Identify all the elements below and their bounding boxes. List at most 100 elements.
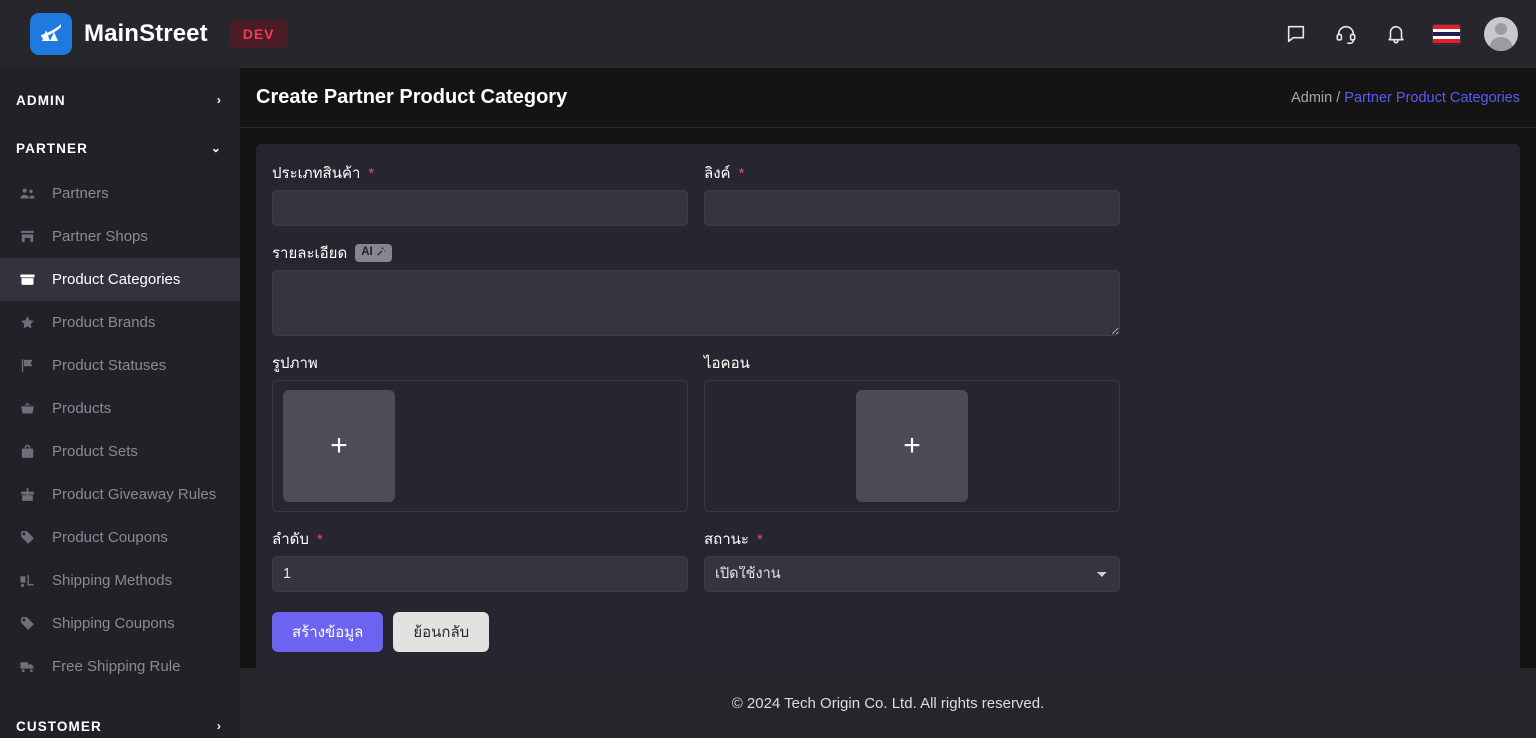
field-label: สถานะ * (704, 528, 1120, 550)
field-status: สถานะ * เปิดใช้งาน ปิดใช้งาน (704, 528, 1120, 592)
sidebar-section-partner[interactable]: PARTNER ⌄ (0, 124, 240, 172)
required-asterisk: * (756, 530, 763, 548)
chevron-right-icon: › (216, 93, 222, 107)
icon-label: ไอคอน (704, 355, 750, 372)
magic-wand-icon (376, 246, 386, 260)
tag-icon (16, 529, 38, 546)
form-actions: สร้างข้อมูล ย้อนกลับ (272, 612, 1504, 652)
sidebar-section-admin[interactable]: ADMIN › (0, 76, 240, 124)
page-title: Create Partner Product Category (256, 86, 568, 108)
sidebar-item-label: Shipping Methods (52, 572, 173, 589)
page-body: ประเภทสินค้า * ลิงค์ * รายละเอียด AI รูป… (240, 128, 1536, 674)
breadcrumb-root: Admin (1291, 89, 1333, 106)
forklift-icon (16, 572, 38, 589)
sidebar-section-admin-label: ADMIN (16, 92, 66, 108)
sidebar-item-label: Shipping Coupons (52, 615, 175, 632)
sidebar-item-label: Partners (52, 185, 109, 202)
breadcrumb: Admin / Partner Product Categories (1291, 90, 1520, 106)
sidebar-section-customer[interactable]: CUSTOMER › (0, 702, 240, 738)
sidebar-item-free-shipping-rule[interactable]: Free Shipping Rule (0, 645, 240, 688)
description-label: รายละเอียด (272, 245, 348, 262)
create-category-form-card: ประเภทสินค้า * ลิงค์ * รายละเอียด AI รูป… (256, 144, 1520, 674)
back-button[interactable]: ย้อนกลับ (393, 612, 490, 652)
sidebar-section-partner-label: PARTNER (16, 140, 88, 156)
sidebar-item-shipping-methods[interactable]: Shipping Methods (0, 559, 240, 602)
field-description: รายละเอียด AI (272, 242, 1120, 336)
truck-icon (16, 658, 38, 675)
plus-icon: + (330, 429, 348, 462)
sidebar-item-label: Product Sets (52, 443, 138, 460)
submit-create-button[interactable]: สร้างข้อมูล (272, 612, 384, 652)
category-name-label: ประเภทสินค้า (272, 165, 361, 182)
chat-icon[interactable] (1283, 21, 1309, 47)
status-select[interactable]: เปิดใช้งาน ปิดใช้งาน (704, 556, 1120, 592)
image-dropzone[interactable]: + (272, 380, 688, 512)
status-label: สถานะ (704, 531, 749, 548)
link-input[interactable] (704, 190, 1120, 226)
gift-icon (16, 486, 38, 503)
plus-icon: + (903, 429, 921, 462)
sidebar-item-label: Products (52, 400, 112, 417)
icon-dropzone[interactable]: + (704, 380, 1120, 512)
field-label: ประเภทสินค้า * (272, 162, 688, 184)
sidebar-item-product-statuses[interactable]: Product Statuses (0, 344, 240, 387)
headset-support-icon[interactable] (1333, 21, 1359, 47)
env-badge: DEV (229, 20, 288, 48)
order-input[interactable] (272, 556, 688, 592)
sidebar-nav: ADMIN › PARTNER ⌄ Partners Partner Shops (0, 68, 240, 738)
form-row-order-status: ลำดับ * สถานะ * เปิดใช้งาน ปิดใช้งาน (272, 528, 1504, 608)
sidebar-item-partner-shops[interactable]: Partner Shops (0, 215, 240, 258)
required-asterisk: * (316, 530, 323, 548)
field-icon-upload: ไอคอน + (704, 352, 1120, 512)
brand-name: MainStreet (84, 20, 208, 47)
sidebar-item-label: Free Shipping Rule (52, 658, 181, 675)
required-asterisk: * (738, 164, 745, 182)
sidebar-item-product-coupons[interactable]: Product Coupons (0, 516, 240, 559)
sidebar-item-label: Partner Shops (52, 228, 148, 245)
field-category-name: ประเภทสินค้า * (272, 162, 688, 226)
ai-generate-badge[interactable]: AI (355, 244, 392, 262)
sidebar-item-label: Product Brands (52, 314, 156, 331)
tag-icon (16, 615, 38, 632)
sidebar-item-shipping-coupons[interactable]: Shipping Coupons (0, 602, 240, 645)
field-label: รายละเอียด AI (272, 242, 1120, 264)
link-label: ลิงค์ (704, 165, 731, 182)
breadcrumb-current-link[interactable]: Partner Product Categories (1344, 90, 1520, 106)
sidebar-item-product-categories[interactable]: Product Categories (0, 258, 240, 301)
sidebar-item-product-sets[interactable]: Product Sets (0, 430, 240, 473)
field-image-upload: รูปภาพ + (272, 352, 688, 512)
required-asterisk: * (368, 164, 375, 182)
field-label: รูปภาพ (272, 352, 688, 374)
sidebar-item-label: Product Coupons (52, 529, 168, 546)
sidebar-item-products[interactable]: Products (0, 387, 240, 430)
form-row-name-link: ประเภทสินค้า * ลิงค์ * (272, 162, 1504, 242)
add-image-button[interactable]: + (283, 390, 395, 502)
bag-icon (16, 443, 38, 460)
category-name-input[interactable] (272, 190, 688, 226)
add-icon-button[interactable]: + (856, 390, 968, 502)
sidebar-item-partners[interactable]: Partners (0, 172, 240, 215)
bell-notification-icon[interactable] (1383, 21, 1409, 47)
field-label: ลำดับ * (272, 528, 688, 550)
top-header-bar: MainStreet DEV (0, 0, 1536, 68)
page-footer: © 2024 Tech Origin Co. Ltd. All rights r… (240, 668, 1536, 738)
field-link: ลิงค์ * (704, 162, 1120, 226)
field-label: ลิงค์ * (704, 162, 1120, 184)
store-icon (16, 228, 38, 245)
sidebar-item-product-giveaway-rules[interactable]: Product Giveaway Rules (0, 473, 240, 516)
sidebar-item-label: Product Giveaway Rules (52, 486, 217, 503)
brand-logo[interactable]: MainStreet (30, 13, 208, 55)
description-textarea[interactable] (272, 270, 1120, 336)
star-icon (16, 314, 38, 331)
header-actions (1283, 17, 1518, 51)
order-label: ลำดับ (272, 531, 309, 548)
page-header: Create Partner Product Category Admin / … (240, 68, 1536, 128)
users-icon (16, 185, 38, 202)
chevron-down-icon: ⌄ (210, 141, 222, 155)
copyright-text: © 2024 Tech Origin Co. Ltd. All rights r… (731, 694, 1045, 712)
sidebar-item-label: Product Statuses (52, 357, 167, 374)
thailand-flag-icon[interactable] (1433, 24, 1460, 44)
sidebar-item-product-brands[interactable]: Product Brands (0, 301, 240, 344)
field-order: ลำดับ * (272, 528, 688, 592)
user-avatar[interactable] (1484, 17, 1518, 51)
